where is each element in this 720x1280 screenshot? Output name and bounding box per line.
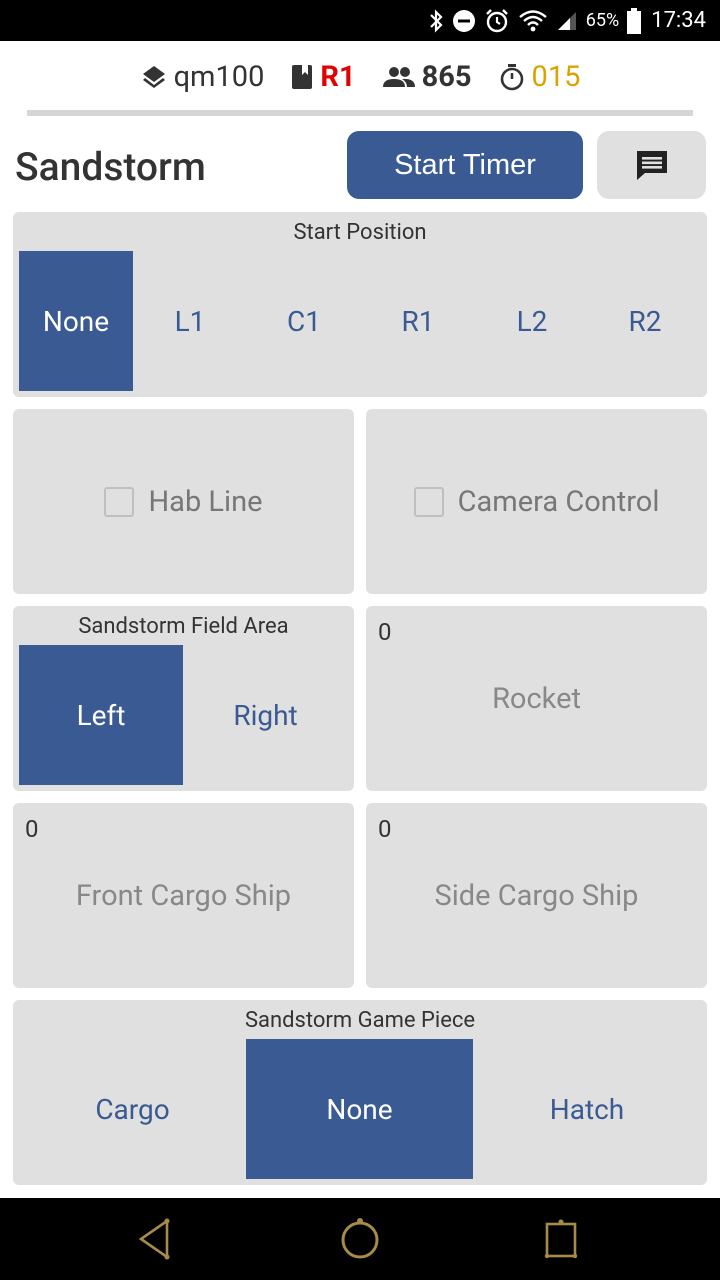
comment-icon (635, 149, 669, 181)
side-cargo-ship-count: 0 (378, 815, 392, 843)
start-position-panel: Start Position None L1 C1 R1 L2 R2 (13, 212, 707, 397)
layers-icon (140, 63, 168, 91)
timer-info: 015 (498, 60, 581, 94)
alliance-info: R1 (290, 60, 356, 94)
side-cargo-ship-label: Side Cargo Ship (434, 879, 639, 913)
recents-button[interactable] (537, 1215, 585, 1263)
game-piece-panel: Sandstorm Game Piece Cargo None Hatch (13, 1000, 707, 1185)
back-icon (135, 1217, 175, 1261)
game-piece-none[interactable]: None (246, 1039, 473, 1179)
navigation-bar (0, 1198, 720, 1280)
field-area-title: Sandstorm Field Area (78, 614, 289, 639)
wifi-icon (518, 9, 548, 33)
home-button[interactable] (336, 1215, 384, 1263)
hab-line-label: Hab Line (148, 484, 263, 519)
front-cargo-ship-counter[interactable]: 0 Front Cargo Ship (13, 803, 354, 988)
alliance-position: R1 (320, 60, 356, 94)
start-position-l1[interactable]: L1 (133, 251, 247, 391)
game-piece-title: Sandstorm Game Piece (244, 1008, 476, 1033)
status-bar: 65% 17:34 (0, 0, 720, 41)
recents-icon (541, 1217, 581, 1261)
game-piece-hatch[interactable]: Hatch (473, 1039, 701, 1179)
bluetooth-icon (428, 8, 444, 33)
battery-icon (627, 7, 642, 34)
book-icon (290, 63, 314, 91)
hab-line-panel[interactable]: Hab Line (13, 409, 354, 594)
clock: 17:34 (651, 8, 706, 33)
rocket-count: 0 (378, 618, 392, 646)
people-icon (382, 64, 416, 90)
team-number: 865 (421, 60, 472, 94)
battery-percent: 65% (585, 10, 620, 31)
camera-control-checkbox[interactable] (413, 486, 444, 517)
rocket-counter[interactable]: 0 Rocket (366, 606, 707, 791)
match-info-bar: qm100 R1 865 015 (0, 41, 720, 113)
field-area-left[interactable]: Left (19, 645, 183, 785)
hab-line-checkbox[interactable] (104, 486, 135, 517)
field-area-panel: Sandstorm Field Area Left Right (13, 606, 354, 791)
rocket-label: Rocket (492, 682, 581, 716)
start-position-c1[interactable]: C1 (247, 251, 361, 391)
start-position-r2[interactable]: R2 (589, 251, 701, 391)
match-number: qm100 (173, 60, 265, 94)
do-not-disturb-icon (452, 9, 476, 33)
home-icon (337, 1216, 383, 1262)
start-timer-button[interactable]: Start Timer (347, 131, 583, 199)
signal-icon (556, 10, 578, 32)
field-area-right[interactable]: Right (183, 645, 348, 785)
start-position-r1[interactable]: R1 (361, 251, 475, 391)
start-position-l2[interactable]: L2 (475, 251, 589, 391)
back-button[interactable] (131, 1215, 179, 1263)
side-cargo-ship-counter[interactable]: 0 Side Cargo Ship (366, 803, 707, 988)
comment-button[interactable] (597, 131, 706, 199)
alarm-icon (484, 8, 510, 34)
hab-line-checkbox-row[interactable]: Hab Line (13, 409, 354, 594)
front-cargo-ship-count: 0 (25, 815, 39, 843)
status-icons: 65% 17:34 (428, 0, 706, 41)
team-info: 865 (382, 60, 472, 94)
start-position-title: Start Position (293, 220, 427, 245)
page-title: Sandstorm (15, 144, 206, 190)
camera-control-panel[interactable]: Camera Control (366, 409, 707, 594)
camera-control-checkbox-row[interactable]: Camera Control (366, 409, 707, 594)
camera-control-label: Camera Control (457, 484, 660, 519)
stopwatch-icon (498, 63, 526, 91)
match-info: qm100 (140, 60, 265, 94)
start-position-none[interactable]: None (19, 251, 133, 391)
timer-value: 015 (531, 60, 581, 94)
game-piece-cargo[interactable]: Cargo (19, 1039, 246, 1179)
header-divider (27, 110, 693, 116)
front-cargo-ship-label: Front Cargo Ship (75, 879, 292, 913)
